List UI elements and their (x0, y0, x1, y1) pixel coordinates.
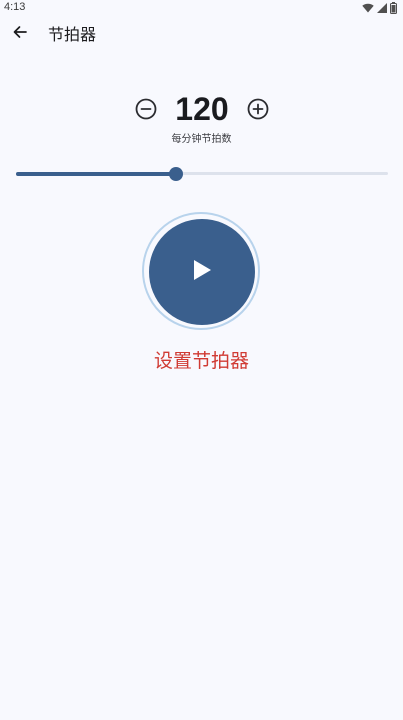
increase-bpm-button[interactable] (246, 97, 270, 121)
minus-circle-icon (135, 98, 157, 120)
slider-thumb[interactable] (169, 167, 183, 181)
set-metronome-link[interactable]: 设置节拍器 (0, 347, 403, 375)
bpm-value: 120 (175, 91, 229, 127)
status-time: 4:13 (4, 1, 26, 13)
signal-icon (377, 3, 387, 13)
arrow-left-icon (12, 24, 28, 44)
play-button[interactable] (149, 219, 255, 325)
back-button[interactable] (8, 22, 32, 46)
battery-icon (390, 2, 397, 14)
decrease-bpm-button[interactable] (134, 97, 158, 121)
wifi-icon (362, 3, 374, 13)
bpm-caption: 每分钟节拍数 (171, 134, 232, 145)
status-icons (362, 2, 397, 14)
play-icon (191, 258, 213, 286)
bpm-control: 120 (0, 88, 403, 132)
slider-fill (16, 172, 176, 176)
tempo-slider[interactable] (16, 164, 388, 184)
page-title: 节拍器 (48, 25, 97, 44)
app-bar: 节拍器 (0, 18, 403, 54)
status-bar: 4:13 (0, 0, 403, 16)
plus-circle-icon (247, 98, 269, 120)
